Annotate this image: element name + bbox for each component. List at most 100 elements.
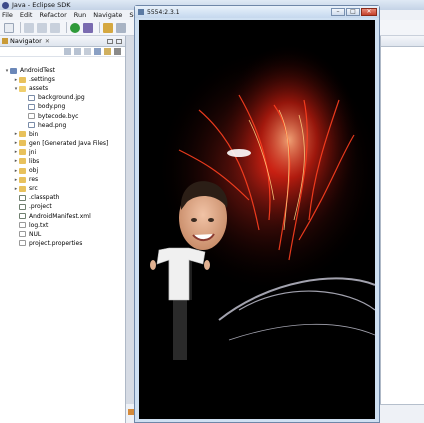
forward-icon[interactable] bbox=[74, 48, 81, 55]
problems-icon[interactable] bbox=[128, 409, 134, 415]
eclipse-icon bbox=[2, 1, 9, 9]
tree-item-label: obj bbox=[29, 167, 39, 175]
collapse-all-icon[interactable] bbox=[94, 48, 101, 55]
tree-item[interactable]: ▸ libs bbox=[0, 157, 125, 166]
tree-item-label: bytecode.byc bbox=[38, 112, 79, 120]
editor-tabbar bbox=[381, 36, 424, 47]
character-left-hand bbox=[150, 260, 156, 270]
tree-item[interactable]: log.txt bbox=[0, 221, 125, 230]
editor-area bbox=[380, 36, 424, 423]
tree-item-label: AndroidManifest.xml bbox=[29, 212, 91, 220]
close-icon[interactable]: ✕ bbox=[45, 38, 50, 45]
file-icon bbox=[19, 222, 26, 229]
search-icon[interactable] bbox=[116, 22, 126, 33]
emulator-window: 5554:2.3.1 – □ ✕ bbox=[134, 5, 380, 423]
run-icon[interactable] bbox=[70, 22, 80, 33]
tree-item[interactable]: ▸ obj bbox=[0, 166, 125, 175]
tree-item[interactable]: ▸ jni bbox=[0, 148, 125, 157]
copy-icon[interactable] bbox=[50, 22, 60, 33]
tree-item[interactable]: .classpath bbox=[0, 193, 125, 202]
folder-icon bbox=[19, 149, 26, 156]
menu-run[interactable]: Run bbox=[74, 11, 86, 19]
window-title: Java - Eclipse SDK bbox=[12, 1, 71, 9]
navigator-toolbar bbox=[0, 47, 125, 57]
tree-item[interactable]: ▸ bin bbox=[0, 130, 125, 139]
view-menu-icon[interactable] bbox=[114, 48, 121, 55]
tree-item[interactable]: ▸ gen [Generated Java Files] bbox=[0, 139, 125, 148]
save-icon[interactable] bbox=[24, 22, 34, 33]
tree-item-label: jni bbox=[29, 148, 37, 156]
print-icon[interactable] bbox=[37, 22, 47, 33]
tree-item-label: .settings bbox=[29, 76, 55, 84]
tree-item-label: gen [Generated Java Files] bbox=[29, 139, 109, 147]
folder-icon bbox=[19, 131, 26, 138]
bottom-panel bbox=[380, 404, 424, 423]
tree-item[interactable]: AndroidManifest.xml bbox=[0, 212, 125, 221]
character-right-hand bbox=[204, 260, 210, 270]
toolbar-separator bbox=[99, 22, 100, 33]
tree-item-label: NUL bbox=[29, 230, 42, 238]
up-icon[interactable] bbox=[84, 48, 91, 55]
emulator-title-bar: 5554:2.3.1 – □ ✕ bbox=[135, 6, 379, 18]
tree-item-label: background.jpg bbox=[38, 94, 85, 102]
maximize-button[interactable]: □ bbox=[346, 8, 360, 16]
tree-item[interactable]: head.png bbox=[0, 121, 125, 130]
menu-refactor[interactable]: Refactor bbox=[39, 11, 66, 19]
tree-item[interactable]: ▾ AndroidTest bbox=[0, 66, 125, 75]
tree-item-label: .classpath bbox=[29, 194, 60, 202]
menu-navigate[interactable]: Navigate bbox=[93, 11, 122, 19]
folder-icon bbox=[19, 176, 26, 183]
character-left-eye bbox=[191, 218, 197, 222]
folder-icon bbox=[19, 85, 26, 92]
file-icon bbox=[28, 113, 35, 120]
open-folder-icon[interactable] bbox=[103, 22, 113, 33]
file-icon bbox=[19, 240, 26, 247]
folder-icon bbox=[19, 140, 26, 147]
view-controls bbox=[107, 38, 125, 44]
back-icon[interactable] bbox=[64, 48, 71, 55]
tree-item[interactable]: project.properties bbox=[0, 239, 125, 248]
xml-file-icon bbox=[19, 203, 26, 210]
navigator-view: Navigator ✕ ▾ AndroidTest ▸ .settings ▾ asset… bbox=[0, 36, 126, 423]
game-scene bbox=[139, 20, 375, 419]
tree-item[interactable]: NUL bbox=[0, 230, 125, 239]
tree-item-label: res bbox=[29, 176, 39, 184]
debug-icon[interactable] bbox=[83, 22, 93, 33]
tree-item[interactable]: ▾ assets bbox=[0, 84, 125, 93]
tree-item[interactable]: .project bbox=[0, 202, 125, 211]
tab-navigator[interactable]: Navigator ✕ bbox=[2, 37, 50, 45]
emulator-icon bbox=[138, 9, 144, 15]
folder-icon bbox=[19, 158, 26, 165]
tree-item-label: AndroidTest bbox=[20, 67, 56, 75]
image-file-icon bbox=[28, 103, 35, 110]
close-button[interactable]: ✕ bbox=[361, 8, 377, 16]
new-icon[interactable] bbox=[4, 22, 14, 33]
tree-item[interactable]: ▸ res bbox=[0, 175, 125, 184]
tree-item-label: libs bbox=[29, 157, 40, 165]
maximize-view-icon[interactable] bbox=[116, 38, 122, 44]
emulator-title: 5554:2.3.1 bbox=[147, 8, 180, 16]
navigator-tabbar: Navigator ✕ bbox=[0, 36, 125, 47]
tree-item-label: bin bbox=[29, 130, 39, 138]
eclipse-window: Java - Eclipse SDK File Edit Refactor Ru… bbox=[0, 0, 424, 423]
light-flare bbox=[227, 149, 251, 157]
tree-item-label: assets bbox=[29, 85, 49, 93]
menu-file[interactable]: File bbox=[2, 11, 13, 19]
tree-item[interactable]: bytecode.byc bbox=[0, 111, 125, 120]
tree-item[interactable]: ▸ .settings bbox=[0, 75, 125, 84]
navigator-tab-label: Navigator bbox=[10, 37, 42, 45]
file-icon bbox=[19, 231, 26, 238]
minimize-view-icon[interactable] bbox=[107, 38, 113, 44]
minimize-button[interactable]: – bbox=[331, 8, 345, 16]
link-editor-icon[interactable] bbox=[104, 48, 111, 55]
folder-icon bbox=[19, 76, 26, 83]
emulator-screen[interactable] bbox=[139, 20, 375, 419]
toolbar-separator bbox=[20, 22, 21, 33]
tree-item[interactable]: body.png bbox=[0, 102, 125, 111]
tree-item[interactable]: background.jpg bbox=[0, 93, 125, 102]
tree-item-label: head.png bbox=[38, 121, 67, 129]
tree-item[interactable]: ▸ src bbox=[0, 184, 125, 193]
menu-edit[interactable]: Edit bbox=[20, 11, 33, 19]
tree-item-label: body.png bbox=[38, 103, 66, 111]
image-file-icon bbox=[28, 122, 35, 129]
